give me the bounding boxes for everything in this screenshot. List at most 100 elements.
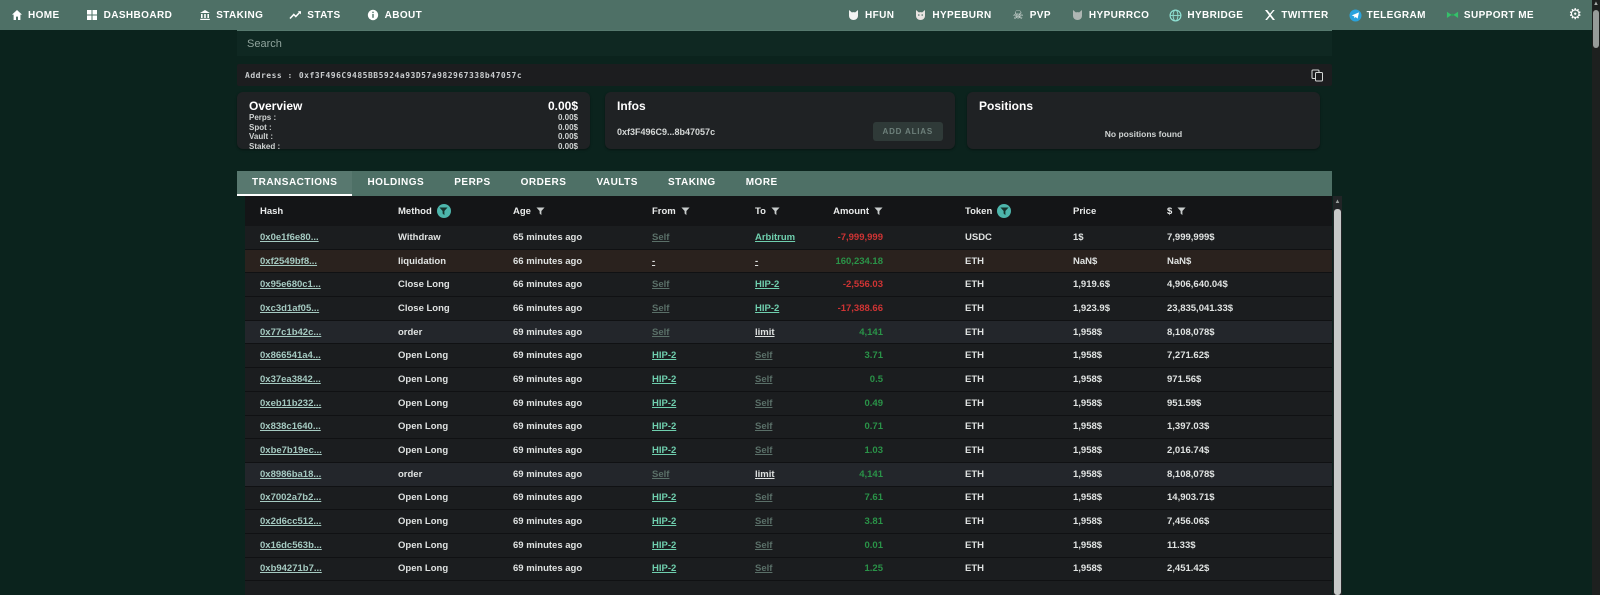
from-link[interactable]: Self (652, 279, 755, 290)
from-link[interactable]: HIP-2 (652, 421, 755, 432)
nav-twitter[interactable]: TWITTER (1263, 9, 1328, 22)
from-link[interactable]: HIP-2 (652, 374, 755, 385)
tx-hash-link[interactable]: 0x95e680c1... (260, 279, 398, 290)
tx-hash-link[interactable]: 0x8986ba18... (260, 469, 398, 480)
nav-hypeburn[interactable]: HYPEBURN (914, 9, 991, 22)
column-header-token[interactable]: Token (885, 204, 1073, 218)
gear-icon[interactable]: ⚙ (1569, 7, 1582, 22)
tx-hash-link[interactable]: 0x0e1f6e80... (260, 232, 398, 243)
nav-staking[interactable]: STAKING (198, 9, 263, 22)
from-link[interactable]: HIP-2 (652, 516, 755, 527)
nav-hybridge[interactable]: HYBRIDGE (1169, 9, 1243, 22)
copy-icon[interactable] (1311, 69, 1324, 82)
amount-cell: 0.71 (825, 421, 885, 432)
nav-about[interactable]: ABOUT (367, 9, 423, 22)
token-cell: ETH (885, 303, 1073, 314)
scroll-up-icon[interactable]: ▲ (1333, 197, 1342, 207)
tx-hash-link[interactable]: 0x838c1640... (260, 421, 398, 432)
from-link[interactable]: HIP-2 (652, 398, 755, 409)
column-header-usd[interactable]: $ (1167, 206, 1332, 217)
column-header-method[interactable]: Method (398, 204, 513, 218)
method-cell: Open Long (398, 516, 513, 527)
to-link[interactable]: Self (755, 350, 825, 361)
tx-hash-link[interactable]: 0xbe7b19ec... (260, 445, 398, 456)
token-cell: ETH (885, 279, 1073, 290)
from-link[interactable]: Self (652, 303, 755, 314)
from-link[interactable]: HIP-2 (652, 445, 755, 456)
to-link[interactable]: Self (755, 374, 825, 385)
nav-home[interactable]: HOME (10, 9, 60, 22)
column-header-to[interactable]: To (755, 206, 825, 217)
column-header-amount[interactable]: Amount (825, 206, 885, 217)
table-scrollbar-thumb[interactable] (1334, 209, 1341, 595)
from-link[interactable]: HIP-2 (652, 563, 755, 574)
column-header-hash[interactable]: Hash (260, 206, 398, 217)
to-link[interactable]: HIP-2 (755, 279, 825, 290)
dashboard-icon (86, 9, 99, 22)
table-scrollbar[interactable]: ▲ (1333, 196, 1342, 595)
tab-orders[interactable]: ORDERS (506, 171, 582, 196)
from-link[interactable]: Self (652, 327, 755, 338)
tab-perps[interactable]: PERPS (439, 171, 505, 196)
tx-hash-link[interactable]: 0x866541a4... (260, 350, 398, 361)
to-link[interactable]: Self (755, 540, 825, 551)
filter-icon[interactable] (997, 204, 1011, 218)
from-link[interactable]: Self (652, 232, 755, 243)
method-cell: Open Long (398, 445, 513, 456)
from-link[interactable]: HIP-2 (652, 350, 755, 361)
search-input[interactable] (237, 30, 1332, 56)
column-header-age[interactable]: Age (513, 206, 652, 217)
method-cell: Close Long (398, 303, 513, 314)
tab-more[interactable]: MORE (731, 171, 793, 196)
to-link[interactable]: Self (755, 563, 825, 574)
filter-icon[interactable] (874, 207, 883, 216)
tab-holdings[interactable]: HOLDINGS (352, 171, 439, 196)
overview-row-value: 0.00$ (558, 113, 578, 123)
from-link[interactable]: HIP-2 (652, 492, 755, 503)
to-link[interactable]: HIP-2 (755, 303, 825, 314)
filter-icon[interactable] (1177, 207, 1186, 216)
nav-hypurrco[interactable]: HYPURRCO (1071, 9, 1149, 22)
page-scrollbar-thumb[interactable] (1593, 10, 1599, 48)
add-alias-button[interactable]: ADD ALIAS (873, 122, 943, 141)
tx-hash-link[interactable]: 0x2d6cc512... (260, 516, 398, 527)
tab-vaults[interactable]: VAULTS (581, 171, 653, 196)
tx-hash-link[interactable]: 0x16dc563b... (260, 540, 398, 551)
column-header-price[interactable]: Price (1073, 206, 1167, 217)
tx-hash-link[interactable]: 0xeb11b232... (260, 398, 398, 409)
to-link[interactable]: Self (755, 516, 825, 527)
tx-hash-link[interactable]: 0x77c1b42c... (260, 327, 398, 338)
method-cell: order (398, 327, 513, 338)
table-row: 0xf2549bf8...liquidation66 minutes ago--… (245, 250, 1332, 274)
filter-icon[interactable] (437, 204, 451, 218)
nav-hfun[interactable]: HFUN (847, 9, 894, 22)
nav-pvp[interactable]: ☠ PVP (1012, 9, 1051, 22)
tab-transactions[interactable]: TRANSACTIONS (237, 171, 352, 196)
tx-hash-link[interactable]: 0xb94271b7... (260, 563, 398, 574)
tx-hash-link[interactable]: 0xf2549bf8... (260, 256, 398, 267)
from-link[interactable]: Self (652, 469, 755, 480)
tab-staking[interactable]: STAKING (653, 171, 731, 196)
to-link[interactable]: Self (755, 492, 825, 503)
amount-cell: 3.81 (825, 516, 885, 527)
scroll-up-icon[interactable]: ▲ (1592, 0, 1600, 9)
usd-cell: 951.59$ (1167, 398, 1332, 409)
nav-dashboard[interactable]: DASHBOARD (86, 9, 173, 22)
page-scrollbar[interactable]: ▲ (1592, 0, 1600, 595)
nav-telegram[interactable]: TELEGRAM (1349, 9, 1426, 22)
to-link[interactable]: Self (755, 445, 825, 456)
usd-cell: 11.33$ (1167, 540, 1332, 551)
filter-icon[interactable] (771, 207, 780, 216)
filter-icon[interactable] (536, 207, 545, 216)
filter-icon[interactable] (681, 207, 690, 216)
tx-hash-link[interactable]: 0x37ea3842... (260, 374, 398, 385)
to-link[interactable]: Self (755, 398, 825, 409)
nav-support-me[interactable]: SUPPORT ME (1446, 9, 1534, 22)
column-header-from[interactable]: From (652, 206, 755, 217)
from-link[interactable]: HIP-2 (652, 540, 755, 551)
tx-hash-link[interactable]: 0x7002a7b2... (260, 492, 398, 503)
tx-hash-link[interactable]: 0xc3d1af05... (260, 303, 398, 314)
to-link[interactable]: Self (755, 421, 825, 432)
nav-stats[interactable]: STATS (289, 9, 340, 22)
to-link[interactable]: Arbitrum (755, 232, 825, 243)
